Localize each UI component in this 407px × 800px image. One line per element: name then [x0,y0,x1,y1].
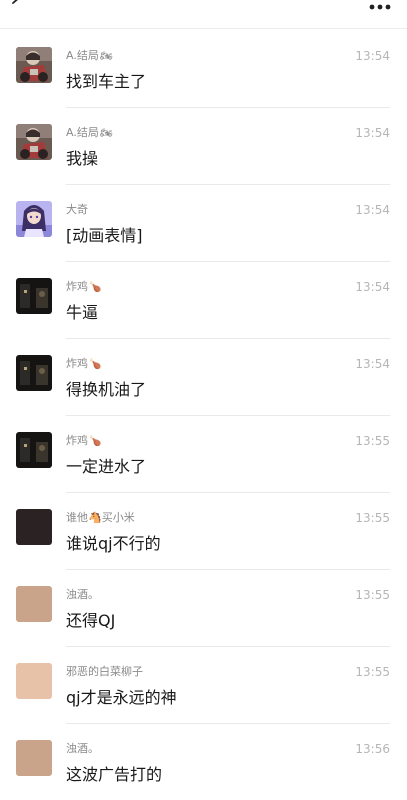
sender-name: 谁他🐴买小米 [66,511,136,526]
avatar-anime-girl[interactable] [16,201,52,237]
message-time: 13:54 [355,357,390,371]
sender-emoji: 🏍 [99,128,113,139]
message-list[interactable]: A.结局🏍 13:54 找到车主了 A.结局🏍 13:54 我操 大奇 13:5… [0,31,407,800]
sender-name: 炸鸡🍗 [66,434,101,449]
avatar-peach-square[interactable] [16,663,52,699]
sender-emoji: 🏍 [99,51,113,62]
sender-name-text: A.结局 [66,126,99,139]
message-item[interactable]: 炸鸡🍗 13:55 一定进水了 [0,416,407,493]
message-text[interactable]: 我操 [66,148,98,170]
message-time: 13:54 [355,280,390,294]
sender-name: 炸鸡🍗 [66,357,101,372]
message-text[interactable]: 还得QJ [66,610,115,632]
message-item[interactable]: 炸鸡🍗 13:54 得换机油了 [0,339,407,416]
message-time: 13:54 [355,203,390,217]
message-text[interactable]: 一定进水了 [66,456,146,478]
message-text[interactable]: 谁说qj不行的 [66,533,161,555]
message-item[interactable]: 大奇 13:54 [动画表情] [0,185,407,262]
message-time: 13:55 [355,434,390,448]
sender-name-text: 谁他🐴买小米 [66,511,135,524]
message-time: 13:54 [355,126,390,140]
sender-name-text: 炸鸡 [66,434,88,447]
sender-name: 大奇 [66,203,89,218]
message-text[interactable]: 这波广告打的 [66,764,162,786]
sender-name-text: 炸鸡 [66,280,88,293]
avatar-dark-photo[interactable] [16,432,52,468]
sender-name-text: 炸鸡 [66,357,88,370]
sender-emoji: 🍗 [89,359,102,370]
message-item[interactable]: A.结局🏍 13:54 我操 [0,108,407,185]
sender-name: A.结局🏍 [66,126,113,141]
message-text[interactable]: 找到车主了 [66,71,146,93]
message-time: 13:54 [355,49,390,63]
message-item[interactable]: 浊酒。 13:55 还得QJ [0,570,407,647]
sender-name-text: 邪恶的白菜柳子 [66,665,143,678]
avatar-tan-square[interactable] [16,740,52,776]
sender-emoji: 🍗 [89,436,102,447]
sender-emoji: 🍗 [89,282,102,293]
sender-name-text: 浊酒。 [66,588,99,601]
message-item[interactable]: 炸鸡🍗 13:54 牛逼 [0,262,407,339]
message-time: 13:56 [355,742,390,756]
sender-name: 炸鸡🍗 [66,280,101,295]
message-text[interactable]: 牛逼 [66,302,98,324]
message-time: 13:55 [355,588,390,602]
avatar-tan-square[interactable] [16,586,52,622]
sender-name-text: 大奇 [66,203,88,216]
sender-name: 浊酒。 [66,742,100,757]
sender-name: A.结局🏍 [66,49,113,64]
sender-name-text: A.结局 [66,49,99,62]
avatar-moto-rider[interactable] [16,124,52,160]
avatar-dark-square[interactable] [16,509,52,545]
message-text[interactable]: [动画表情] [66,225,143,247]
avatar-dark-photo[interactable] [16,278,52,314]
chat-history-page: A.结局🏍 13:54 找到车主了 A.结局🏍 13:54 我操 大奇 13:5… [0,0,407,800]
top-nav-bar [0,0,407,24]
message-item[interactable]: 浊酒。 13:56 这波广告打的 [0,724,407,800]
message-text[interactable]: 得换机油了 [66,379,146,401]
sender-name: 浊酒。 [66,588,100,603]
message-time: 13:55 [355,511,390,525]
avatar-moto-rider[interactable] [16,47,52,83]
message-time: 13:55 [355,665,390,679]
message-item[interactable]: 邪恶的白菜柳子 13:55 qj才是永远的神 [0,647,407,724]
header-divider [0,28,407,29]
more-dots-icon[interactable] [367,0,393,10]
chevron-left-icon[interactable] [6,0,30,10]
message-text[interactable]: qj才是永远的神 [66,687,177,709]
sender-name: 邪恶的白菜柳子 [66,665,144,680]
sender-name-text: 浊酒。 [66,742,99,755]
avatar-dark-photo[interactable] [16,355,52,391]
message-item[interactable]: 谁他🐴买小米 13:55 谁说qj不行的 [0,493,407,570]
message-item[interactable]: A.结局🏍 13:54 找到车主了 [0,31,407,108]
